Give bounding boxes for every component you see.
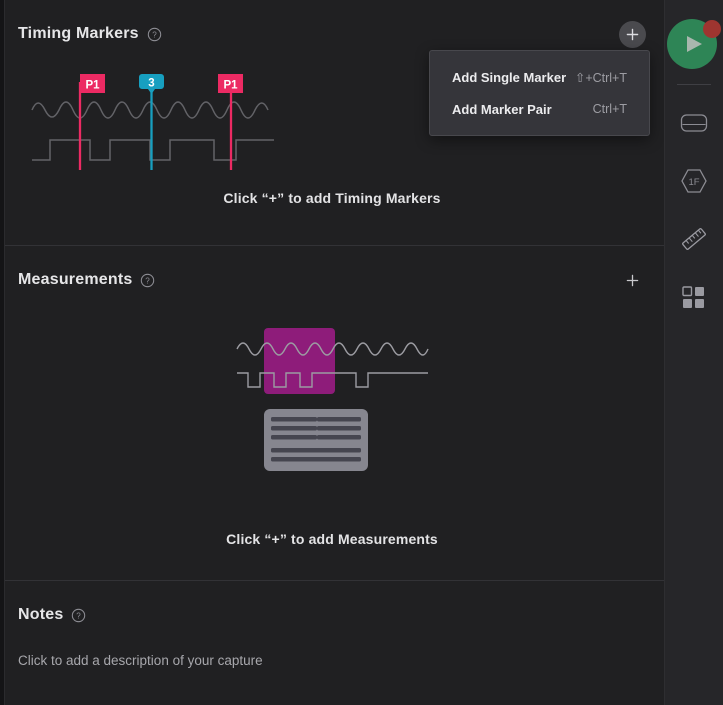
svg-text:?: ? xyxy=(152,30,157,39)
svg-text:1F: 1F xyxy=(688,177,699,188)
1f-hexagon-icon: 1F xyxy=(681,169,707,193)
help-circle-icon[interactable]: ? xyxy=(147,27,162,42)
menu-item-label: Add Marker Pair xyxy=(452,101,552,117)
record-button[interactable] xyxy=(666,15,723,72)
timing-marker-p1-left: P1 xyxy=(78,74,105,170)
svg-text:P1: P1 xyxy=(85,79,100,91)
menu-item-shortcut: ⇧+Ctrl+T xyxy=(574,70,627,85)
right-toolbar: 1F xyxy=(665,0,723,705)
menu-item-shortcut: Ctrl+T xyxy=(592,102,627,116)
capture-details-panel: Timing Markers ? P1 3 P1 Click “+” to ad… xyxy=(0,0,723,705)
svg-text:3: 3 xyxy=(148,78,154,90)
timing-marker-p1-right: P1 xyxy=(218,74,243,170)
measurements-section: Measurements ? Click “+” to add Measurem… xyxy=(0,245,664,580)
svg-text:?: ? xyxy=(77,611,82,620)
timing-markers-illustration: P1 3 P1 xyxy=(28,68,278,183)
firmware-button[interactable]: 1F xyxy=(670,157,718,205)
add-marker-menu: Add Single Marker ⇧+Ctrl+T Add Marker Pa… xyxy=(429,50,650,136)
menu-item-add-single-marker[interactable]: Add Single Marker ⇧+Ctrl+T xyxy=(430,61,649,93)
details-main-column: Timing Markers ? P1 3 P1 Click “+” to ad… xyxy=(0,0,665,705)
notes-title: Notes xyxy=(18,606,64,623)
timing-markers-empty-caption: Click “+” to add Timing Markers xyxy=(223,190,441,206)
help-circle-icon[interactable]: ? xyxy=(140,273,155,288)
add-measurement-button[interactable] xyxy=(619,267,646,294)
plus-icon xyxy=(626,28,639,40)
timing-markers-title: Timing Markers xyxy=(18,25,139,42)
menu-item-add-marker-pair[interactable]: Add Marker Pair Ctrl+T xyxy=(430,93,649,125)
timing-marker-3: 3 xyxy=(139,74,164,170)
measurements-title: Measurements xyxy=(18,271,133,288)
help-circle-icon[interactable]: ? xyxy=(71,608,86,623)
device-icon xyxy=(680,114,708,132)
ruler-button[interactable] xyxy=(670,215,718,263)
measurements-header: Measurements ? xyxy=(0,246,664,296)
notes-header: Notes ? xyxy=(0,581,664,631)
record-badge-dot xyxy=(702,20,721,38)
menu-item-label: Add Single Marker xyxy=(452,69,567,85)
add-timing-marker-button[interactable] xyxy=(619,20,646,48)
toolbar-divider xyxy=(677,84,711,85)
device-button[interactable] xyxy=(670,99,718,147)
notes-description-input[interactable]: Click to add a description of your captu… xyxy=(0,631,664,668)
measurements-empty-caption: Click “+” to add Measurements xyxy=(226,531,438,547)
adjacent-panel-edge xyxy=(0,0,5,705)
svg-text:P1: P1 xyxy=(223,79,238,91)
notes-section: Notes ? Click to add a description of yo… xyxy=(0,580,664,705)
measurements-illustration xyxy=(0,321,664,501)
blocks-icon xyxy=(682,286,704,308)
ruler-icon xyxy=(682,228,706,250)
measurement-results-card xyxy=(264,409,368,471)
blocks-button[interactable] xyxy=(670,273,718,321)
timing-markers-header: Timing Markers ? xyxy=(0,0,664,50)
svg-text:?: ? xyxy=(146,276,151,285)
plus-icon xyxy=(626,274,639,286)
